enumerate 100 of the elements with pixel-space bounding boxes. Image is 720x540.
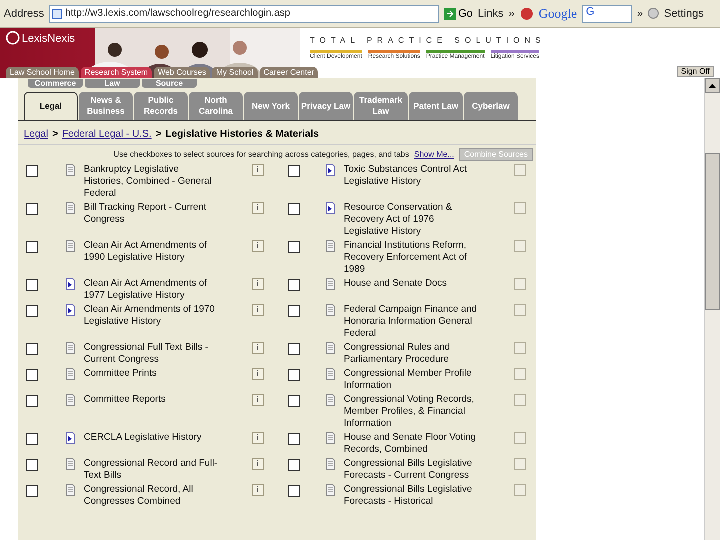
checkbox[interactable]	[288, 485, 300, 497]
breadcrumb-separator: >	[156, 129, 162, 140]
logo: LexisNexis	[22, 33, 76, 45]
checkbox[interactable]	[288, 279, 300, 291]
address-label: Address	[4, 8, 44, 20]
document-icon	[326, 368, 335, 380]
document-icon	[66, 484, 75, 496]
linked-document-icon	[326, 164, 335, 176]
source-title[interactable]: Clean Air Act Amendments of 1977 Legislative History	[84, 278, 219, 302]
checkbox[interactable]	[288, 305, 300, 317]
document-icon	[66, 240, 75, 252]
scrollbar[interactable]	[704, 78, 720, 540]
info-icon[interactable]	[252, 304, 264, 316]
linked-document-icon	[66, 304, 75, 316]
info-icon[interactable]	[252, 202, 264, 214]
address-field[interactable]: http://w3.lexis.com/lawschoolreg/researchlogin.asp	[49, 4, 440, 22]
checkbox[interactable]	[288, 165, 300, 177]
tagline: TOTAL PRACTICE SOLUTIONS	[310, 36, 546, 45]
nav-tab[interactable]: Research System	[80, 67, 152, 78]
breadcrumb-link[interactable]: Legal	[24, 129, 48, 140]
info-icon[interactable]	[252, 484, 264, 496]
source-title[interactable]: Committee Reports	[84, 394, 219, 406]
checkbox[interactable]	[26, 369, 38, 381]
checkbox[interactable]	[26, 433, 38, 445]
chevron[interactable]: »	[637, 8, 644, 20]
nav-tab[interactable]: Law School Home	[6, 67, 79, 78]
checkbox[interactable]	[288, 203, 300, 215]
source-title[interactable]: Congressional Member Profile Information	[344, 368, 479, 392]
source-title[interactable]: Toxic Substances Control Act Legislative History	[344, 164, 479, 188]
info-icon[interactable]	[252, 240, 264, 252]
document-icon	[66, 368, 75, 380]
checkbox[interactable]	[26, 279, 38, 291]
source-title[interactable]: Congressional Record, All Congresses Combined	[84, 484, 219, 508]
checkbox[interactable]	[26, 459, 38, 471]
source-title[interactable]: House and Senate Docs	[344, 278, 479, 290]
source-title[interactable]: Federal Campaign Finance and Honoraria Information General Federal	[344, 304, 479, 340]
toolbar-icon[interactable]	[520, 6, 534, 20]
checkbox[interactable]	[26, 485, 38, 497]
sign-off-button[interactable]: Sign Off	[677, 66, 714, 77]
page-icon	[52, 8, 62, 18]
checkbox[interactable]	[26, 343, 38, 355]
linked-document-icon	[326, 202, 335, 214]
checkbox[interactable]	[288, 395, 300, 407]
document-icon	[326, 342, 335, 354]
source-title[interactable]: Financial Institutions Reform, Recovery Enforcement Act of 1989	[344, 240, 479, 276]
source-title[interactable]: Congressional Bills Legislative Forecasts - Historical	[344, 484, 479, 508]
go-button[interactable]: Go	[444, 8, 474, 20]
checkbox[interactable]	[26, 395, 38, 407]
info-icon[interactable]	[252, 394, 264, 406]
document-icon	[66, 342, 75, 354]
checkbox[interactable]	[288, 241, 300, 253]
source-title[interactable]: Clean Air Amendments of 1970 Legislative History	[84, 304, 219, 328]
search-field[interactable]: G	[582, 4, 632, 22]
info-icon[interactable]	[252, 342, 264, 354]
document-icon	[326, 394, 335, 406]
source-title[interactable]: Bankruptcy Legislative Histories, Combined - General Federal	[84, 164, 219, 200]
document-icon	[326, 304, 335, 316]
source-title[interactable]: Congressional Bills Legislative Forecasts - Current Congress	[344, 458, 479, 482]
scroll-up-icon[interactable]	[709, 84, 716, 88]
source-title[interactable]: Committee Prints	[84, 368, 219, 380]
checkbox[interactable]	[26, 241, 38, 253]
source-title[interactable]: Congressional Full Text Bills - Current Congress	[84, 342, 219, 366]
source-title[interactable]: CERCLA Legislative History	[84, 432, 219, 444]
document-icon	[326, 432, 335, 444]
source-title[interactable]: Resource Conservation & Recovery Act of 1976 Legislative History	[344, 202, 479, 238]
nav-tab[interactable]: Web Courses	[154, 67, 210, 78]
circle-icon	[648, 8, 660, 19]
info-icon[interactable]	[252, 432, 264, 444]
settings-menu[interactable]: Settings	[664, 8, 704, 20]
breadcrumb-separator: >	[52, 129, 58, 140]
checkbox[interactable]	[288, 433, 300, 445]
source-title[interactable]: House and Senate Floor Voting Records, Combined	[344, 432, 479, 456]
info-icon[interactable]	[252, 458, 264, 470]
info-icon[interactable]	[252, 278, 264, 290]
show-me-link[interactable]: Show Me...	[414, 150, 454, 159]
breadcrumb-link[interactable]: Federal Legal - U.S.	[62, 129, 152, 140]
checkbox[interactable]	[288, 369, 300, 381]
info-icon[interactable]	[252, 164, 264, 176]
document-icon	[66, 394, 75, 406]
document-icon	[326, 278, 335, 290]
checkbox[interactable]	[26, 203, 38, 215]
info-icon[interactable]	[252, 368, 264, 380]
document-icon	[326, 240, 335, 252]
document-icon	[326, 484, 335, 496]
tab[interactable]: Legal	[24, 92, 78, 120]
source-title[interactable]: Bill Tracking Report - Current Congress	[84, 202, 219, 226]
checkbox[interactable]	[26, 165, 38, 177]
links-label[interactable]: Links	[478, 8, 504, 20]
checkbox[interactable]	[288, 459, 300, 471]
chevron[interactable]: »	[508, 8, 515, 20]
nav-tab[interactable]: Career Center	[260, 67, 318, 78]
source-title[interactable]: Clean Air Act Amendments of 1990 Legislative History	[84, 240, 219, 264]
checkbox[interactable]	[288, 343, 300, 355]
source-title[interactable]: Congressional Voting Records, Member Profiles, & Financial Information	[344, 394, 479, 430]
source-title[interactable]: Congressional Record and Full-Text Bills	[84, 458, 219, 482]
instructions: Use checkboxes to select sources for searching across categories, pages, and tabs	[114, 150, 410, 159]
nav-tab[interactable]: My School	[212, 67, 258, 78]
source-title[interactable]: Congressional Rules and Parliamentary Procedure	[344, 342, 479, 366]
document-icon	[66, 202, 75, 214]
checkbox[interactable]	[26, 305, 38, 317]
